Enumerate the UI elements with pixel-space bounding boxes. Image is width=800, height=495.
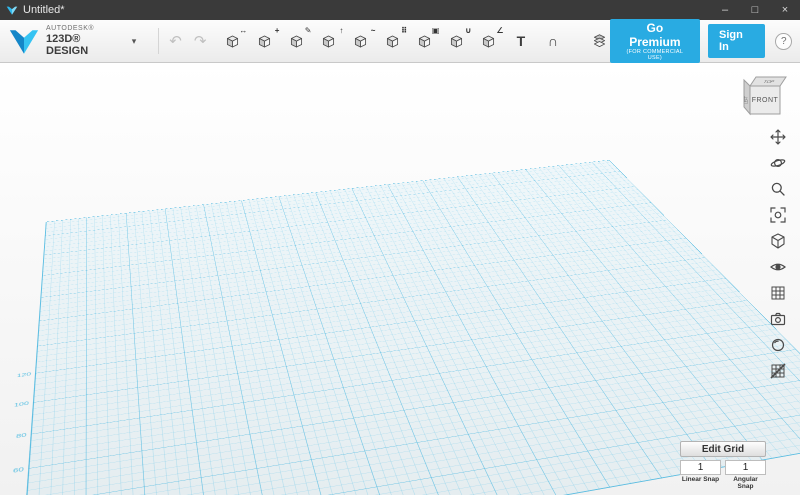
linear-snap-input[interactable] bbox=[680, 460, 721, 475]
sketch-icon[interactable]: ✎ bbox=[286, 26, 311, 52]
measure-icon[interactable]: ∠ bbox=[478, 26, 503, 52]
tool-group: ↔ + ✎ ↑ ~ ⠿ ▣ ∪ ∠ T ∩ bbox=[222, 26, 563, 52]
redo-icon[interactable]: ↷ bbox=[194, 32, 207, 50]
close-button[interactable]: × bbox=[770, 0, 800, 20]
material-mode-icon[interactable] bbox=[769, 336, 787, 354]
viewport-canvas[interactable]: 20 40 60 80 100 120 20 40 60 80 100 120 bbox=[0, 63, 800, 495]
combine-icon[interactable]: ∪ bbox=[446, 26, 471, 52]
pattern-badge: ⠿ bbox=[401, 26, 408, 35]
window-controls: – □ × bbox=[710, 0, 800, 20]
pan-icon[interactable] bbox=[769, 128, 787, 146]
view-toolbar bbox=[769, 128, 787, 380]
y-axis-label: 100 bbox=[13, 400, 30, 409]
sketch-badge: ✎ bbox=[304, 26, 312, 35]
angular-snap-input[interactable] bbox=[725, 460, 766, 475]
measure-badge: ∠ bbox=[496, 26, 504, 35]
pattern-icon[interactable]: ⠿ bbox=[382, 26, 407, 52]
help-button[interactable]: ? bbox=[775, 32, 792, 50]
view-cube-left-label: LEFT bbox=[743, 96, 749, 104]
edit-grid-button[interactable]: Edit Grid bbox=[680, 441, 766, 457]
primitives-icon[interactable]: + bbox=[254, 26, 279, 52]
grid-panel: Edit Grid Linear Snap Angular Snap bbox=[680, 439, 766, 490]
snap-icon[interactable]: ∩ bbox=[542, 30, 563, 52]
angular-snap-label: Angular Snap bbox=[733, 476, 758, 490]
history-buttons: ↶ ↷ bbox=[169, 32, 206, 50]
wireframe-icon[interactable] bbox=[769, 284, 787, 302]
transform-icon[interactable]: ↔ bbox=[222, 26, 247, 52]
brand: AUTODESK® 123D® DESIGN bbox=[8, 25, 122, 57]
go-premium-sublabel: (FOR COMMERCIAL USE) bbox=[626, 49, 684, 62]
text-icon[interactable]: T bbox=[510, 30, 531, 52]
y-axis-label: 80 bbox=[15, 431, 27, 440]
transform-badge: ↔ bbox=[239, 26, 248, 35]
go-premium-label: Go Premium bbox=[629, 20, 681, 49]
zoom-fit-icon[interactable] bbox=[769, 206, 787, 224]
primitives-badge: + bbox=[274, 26, 280, 35]
go-premium-button[interactable]: Go Premium (FOR COMMERCIAL USE) bbox=[609, 18, 701, 64]
minimize-button[interactable]: – bbox=[710, 0, 740, 20]
linear-snap-label: Linear Snap bbox=[681, 476, 720, 483]
autodesk-123d-logo-icon bbox=[8, 28, 40, 55]
construct-icon[interactable]: ↑ bbox=[318, 26, 343, 52]
title-bar: Untitled* – □ × bbox=[0, 0, 800, 20]
undo-icon[interactable]: ↶ bbox=[169, 32, 182, 50]
zoom-icon[interactable] bbox=[769, 180, 787, 198]
maximize-button[interactable]: □ bbox=[740, 0, 770, 20]
modify-icon[interactable]: ~ bbox=[350, 26, 375, 52]
material-icon[interactable] bbox=[589, 30, 609, 52]
grouping-icon[interactable]: ▣ bbox=[414, 26, 439, 52]
grid-toggle-icon[interactable] bbox=[769, 362, 787, 380]
combine-badge: ∪ bbox=[464, 26, 472, 35]
brand-line-autodesk: AUTODESK® bbox=[46, 25, 95, 33]
window-title: Untitled* bbox=[23, 4, 65, 16]
app-window: Untitled* – □ × AUTODESK® 123D® DESIGN ▾… bbox=[0, 0, 800, 495]
app-logo-icon bbox=[6, 5, 18, 16]
view-cube[interactable]: FRONT TOP LEFT bbox=[732, 70, 788, 122]
toolbar-divider bbox=[158, 28, 160, 54]
brand-text: AUTODESK® 123D® DESIGN bbox=[46, 25, 122, 57]
sign-in-button[interactable]: Sign In bbox=[708, 24, 766, 58]
main-toolbar: AUTODESK® 123D® DESIGN ▾ ↶ ↷ ↔ + ✎ ↑ ~ ⠿… bbox=[0, 18, 800, 64]
snapshot-icon[interactable] bbox=[769, 310, 787, 328]
view-cube-mode-icon[interactable] bbox=[769, 232, 787, 250]
construct-badge: ↑ bbox=[339, 26, 344, 35]
main-menu-chevron-icon[interactable]: ▾ bbox=[132, 36, 137, 47]
grouping-badge: ▣ bbox=[431, 26, 440, 35]
brand-line-123d-design: 123D® DESIGN bbox=[46, 32, 89, 57]
y-axis-label: 120 bbox=[16, 371, 32, 379]
view-cube-front-label: FRONT bbox=[752, 97, 779, 104]
modify-badge: ~ bbox=[370, 26, 376, 35]
orbit-icon[interactable] bbox=[769, 154, 787, 172]
y-axis-label: 60 bbox=[12, 465, 25, 475]
visibility-icon[interactable] bbox=[769, 258, 787, 276]
